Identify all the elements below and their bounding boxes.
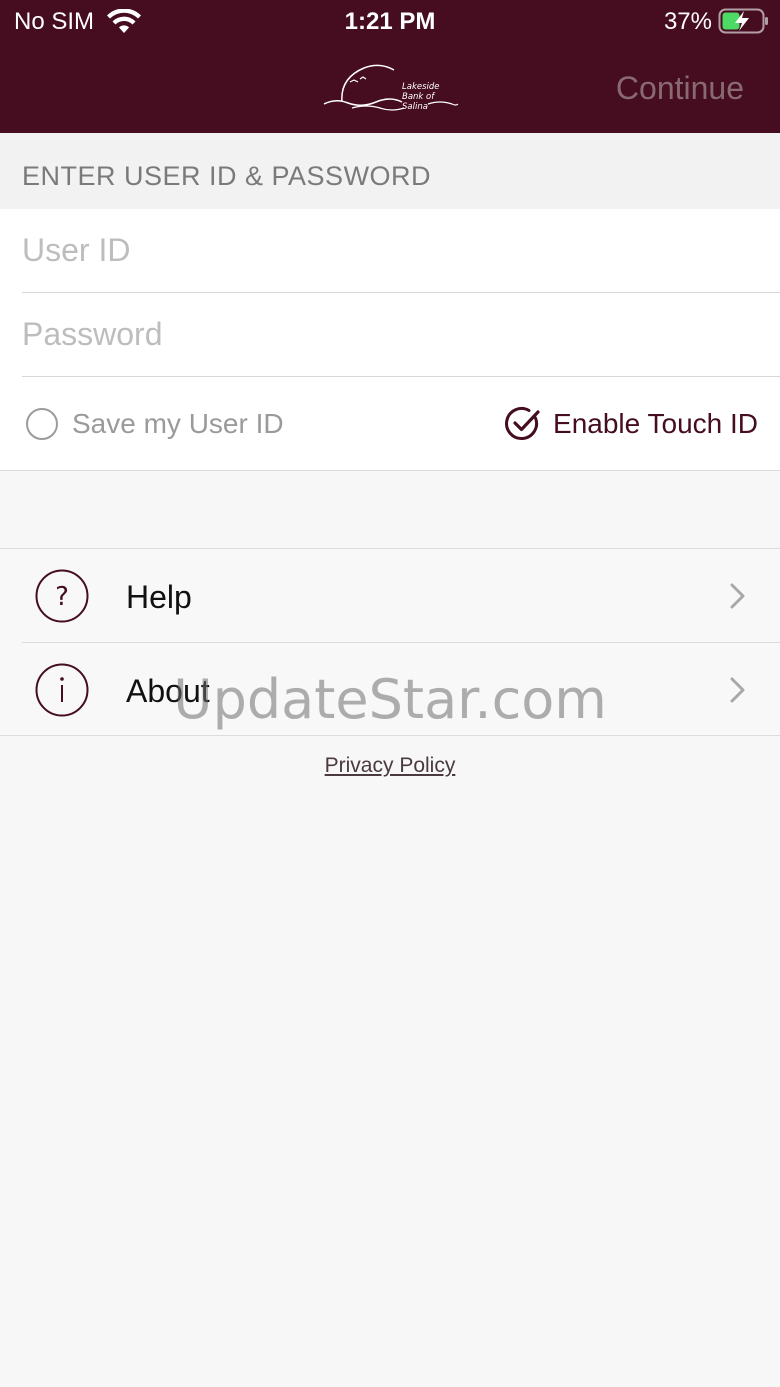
save-user-id-label: Save my User ID <box>72 408 284 439</box>
chevron-right-icon <box>730 583 745 609</box>
chevron-right-icon <box>730 677 745 703</box>
privacy-policy-link[interactable]: Privacy Policy <box>0 754 780 778</box>
user-id-row <box>22 209 780 293</box>
battery-charging-icon <box>718 8 768 34</box>
save-user-id-toggle[interactable]: Save my User ID <box>26 407 284 441</box>
info-menu: ? Help About <box>0 548 780 736</box>
info-circle-icon <box>35 663 89 717</box>
app-header: No SIM 1:21 PM 37% Lakeside Bank of Sali… <box>0 0 780 133</box>
bank-logo: Lakeside Bank of Salina <box>323 64 459 112</box>
continue-button[interactable]: Continue <box>616 70 744 107</box>
section-title: ENTER USER ID & PASSWORD <box>22 161 432 191</box>
password-input[interactable] <box>22 293 780 376</box>
menu-item-about[interactable]: About <box>0 643 780 736</box>
login-form: Save my User ID Enable Touch ID <box>0 209 780 471</box>
enable-touch-id-label: Enable Touch ID <box>553 408 758 439</box>
menu-item-label: About <box>126 673 210 709</box>
radio-unchecked-icon <box>26 408 58 440</box>
question-circle-icon: ? <box>35 569 89 623</box>
status-bar: No SIM 1:21 PM 37% <box>0 0 780 44</box>
credentials-section-header: ENTER USER ID & PASSWORD <box>0 133 780 209</box>
password-row <box>22 293 780 377</box>
logo-text-line-2: Bank of <box>402 92 436 102</box>
login-options-row: Save my User ID Enable Touch ID <box>0 377 780 471</box>
menu-item-help[interactable]: ? Help <box>0 549 780 643</box>
logo-text-line-3: Salina <box>402 102 428 112</box>
svg-text:?: ? <box>55 582 69 612</box>
enable-touch-id-toggle[interactable]: Enable Touch ID <box>505 405 758 443</box>
menu-item-label: Help <box>126 579 192 615</box>
battery-percentage: 37% <box>663 8 712 35</box>
user-id-input[interactable] <box>22 209 780 292</box>
logo-text-line-1: Lakeside <box>402 82 440 92</box>
login-screen: No SIM 1:21 PM 37% Lakeside Bank of Sali… <box>0 0 780 1387</box>
check-circle-icon <box>505 407 540 440</box>
